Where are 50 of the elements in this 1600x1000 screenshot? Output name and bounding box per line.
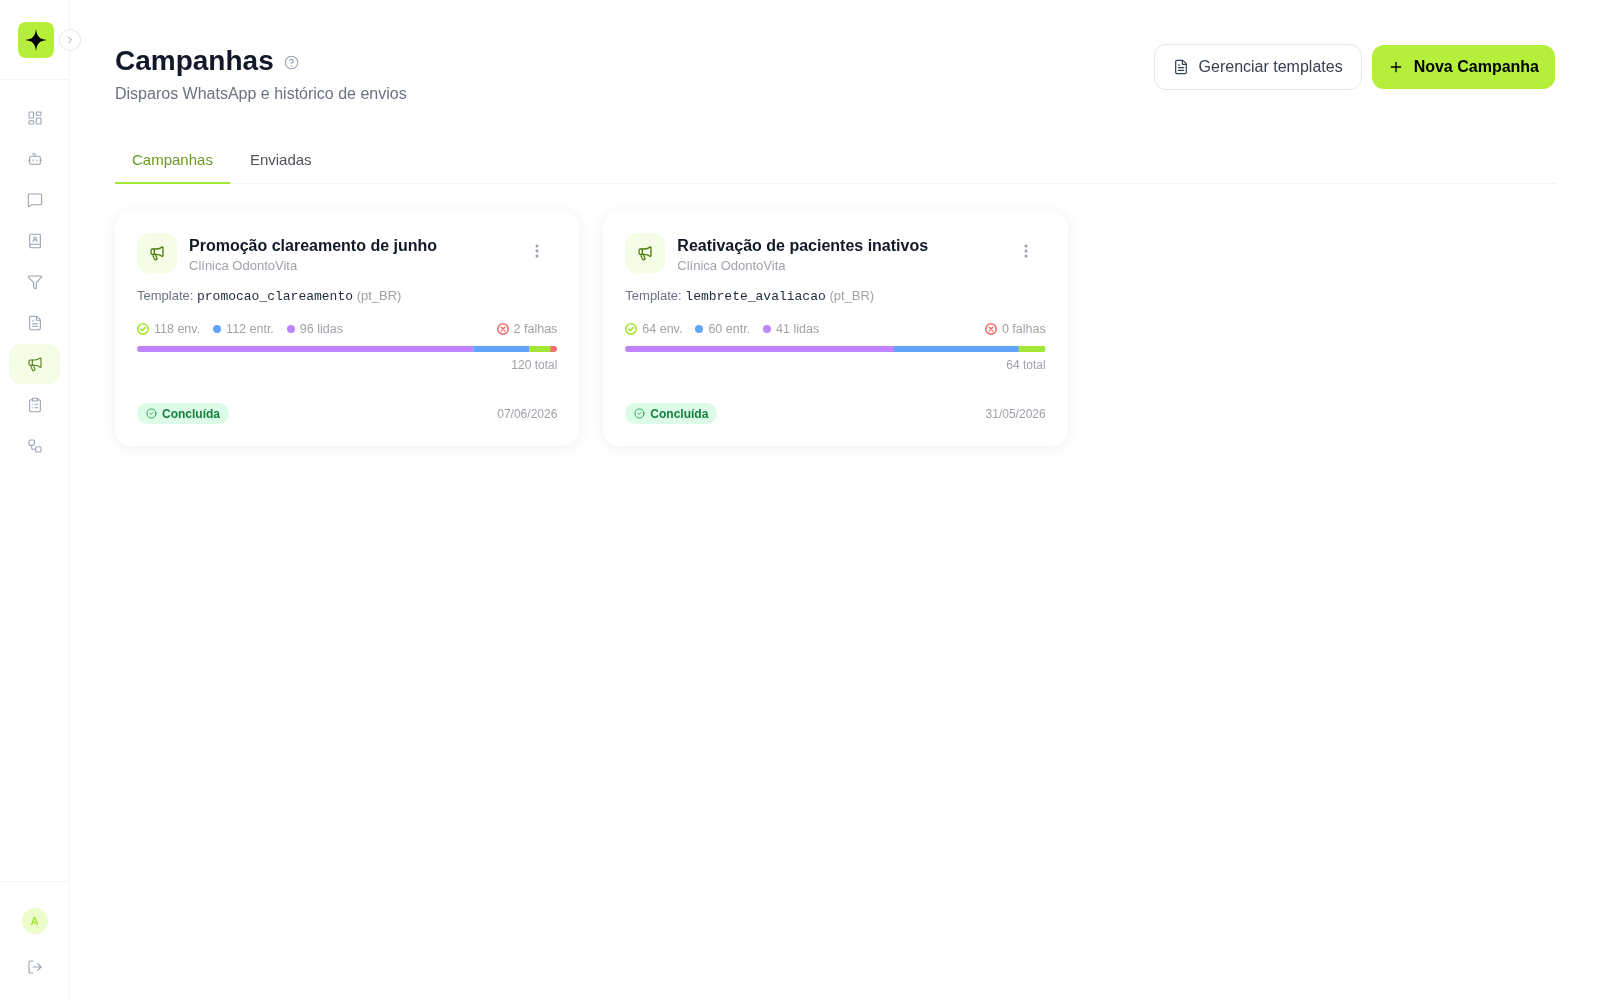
clinic-name: Clínica OdontoVita (189, 257, 299, 275)
total-count: 120 total (511, 357, 558, 373)
megaphone-icon (137, 233, 177, 273)
logout-button[interactable] (26, 959, 43, 975)
logout-icon (26, 959, 43, 975)
clinic-name: Clínica OdontoVita (677, 257, 787, 275)
more-vertical-icon (535, 244, 540, 258)
status-badge: Concluída (137, 403, 229, 424)
bar (529, 346, 551, 352)
clipboard-list-icon (26, 397, 43, 413)
template-info: Template: lembrete_avaliacao (pt_BR) (625, 287, 876, 306)
new-campaign-button[interactable]: Nova Campanha (1371, 45, 1555, 89)
dashboard-icon (26, 110, 43, 126)
document-icon (26, 315, 43, 331)
contact-book-icon (26, 233, 43, 249)
stat-label: 60 entr. (708, 321, 751, 338)
campaign-date: 07/06/2026 (497, 405, 558, 423)
logo-icon (18, 22, 54, 58)
status-badge: Concluída (625, 403, 718, 424)
workflow-icon (26, 438, 43, 454)
funnel-icon (26, 274, 43, 290)
stat-label: 112 entr. (226, 321, 274, 338)
stat-label: 41 lidas (776, 321, 820, 338)
stat-label: 0 falhas (1001, 321, 1046, 338)
megaphone-icon (625, 233, 666, 273)
campaign-title: Promoção clareamento de junho (189, 236, 439, 256)
bar (137, 346, 474, 352)
chat-bubble-icon (26, 192, 43, 208)
check-circle-icon (146, 408, 157, 419)
stat-label: 64 env. (642, 321, 683, 338)
stat-label: 2 falhas (513, 321, 558, 338)
page-title: Campanhas (115, 44, 274, 78)
sidebar-nav-button[interactable] (9, 344, 60, 384)
document-icon (1172, 59, 1189, 75)
page-subtitle: Disparos WhatsApp e histórico de envios (115, 84, 407, 104)
tab[interactable]: Enviadas (229, 137, 332, 184)
check-circle-icon (634, 408, 646, 419)
campaign-title: Reativação de pacientes inativos (677, 236, 930, 256)
robot-icon (26, 151, 43, 167)
stat-label: 118 env. (154, 321, 201, 338)
total-count: 64 total (1006, 357, 1046, 373)
more-vertical-icon (1023, 244, 1028, 258)
megaphone-icon (26, 356, 43, 372)
collapse-button[interactable] (59, 29, 81, 51)
bar (473, 346, 530, 352)
template-info: Template: promocao_clareamento (pt_BR) (137, 287, 403, 306)
stat-label: 96 lidas (299, 321, 343, 338)
campaign-date: 31/05/2026 (985, 405, 1046, 423)
help-icon[interactable] (283, 54, 299, 70)
manage-templates-button[interactable]: Gerenciar templates (1153, 44, 1362, 90)
